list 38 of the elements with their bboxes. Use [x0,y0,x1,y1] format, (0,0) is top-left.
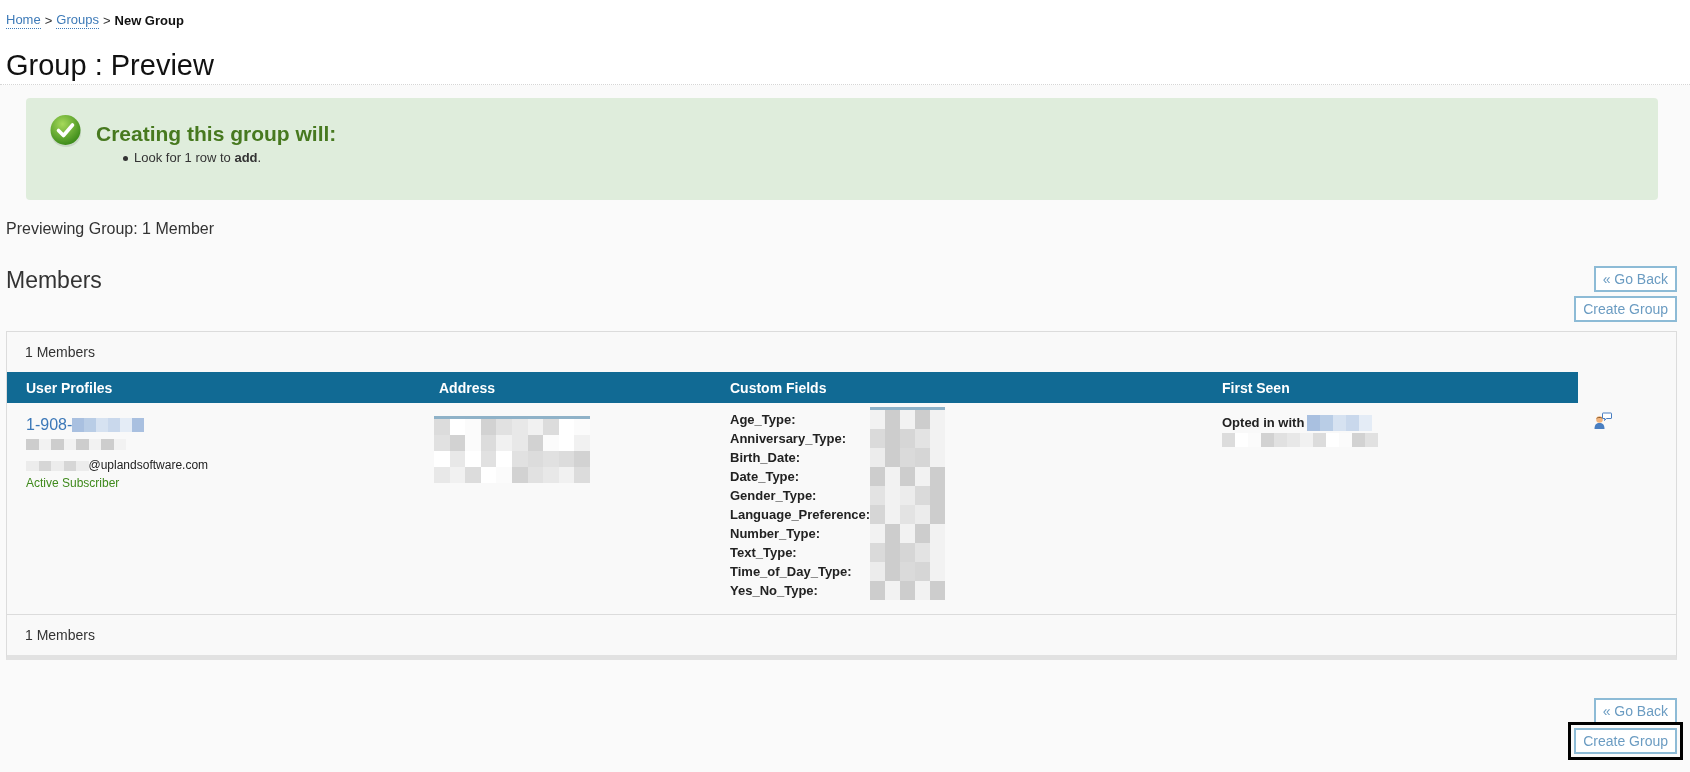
email-text: @uplandsoftware.com [88,458,209,473]
custom-field-label: Age_Type: [730,411,797,429]
custom-field-label: Yes_No_Type: [730,582,819,600]
page-title: Group : Preview [6,48,215,82]
redaction-drawing [1307,414,1373,431]
notice-item: Look for 1 row to add. [134,149,262,167]
breadcrumb-current: New Group [114,12,184,29]
subscriber-status: Active Subscriber [26,476,120,491]
column-header: User Profiles [25,378,114,398]
custom-field-label: Language_Preference: [730,506,871,524]
custom-field-label: Gender_Type: [730,487,818,505]
phone-link[interactable]: 1-908- [26,415,145,435]
custom-field-label: Time_of_Day_Type: [730,563,853,581]
breadcrumb-link[interactable]: Home [6,12,41,29]
bullet-icon [123,155,128,161]
column-header: Address [438,378,497,398]
person-speech-bubble-icon[interactable] [1594,412,1612,429]
create-group-button[interactable]: Create Group [1574,296,1677,322]
opted-in-text: Opted in with [1222,414,1305,432]
check-circle-icon [49,114,83,148]
section-title: Members [6,266,102,294]
column-header: First Seen [1221,378,1291,398]
custom-field-label: Text_Type: [730,544,798,562]
breadcrumb-separator: > [102,12,111,29]
column-header: Custom Fields [729,378,828,398]
custom-field-label: Number_Type: [730,525,822,543]
breadcrumb-link[interactable]: Groups [56,12,99,29]
notice-title: Creating this group will: [96,121,337,147]
member-count: 1 Members [25,627,96,643]
preview-summary: Previewing Group: 1 Member [6,219,216,239]
redaction-drawing [26,460,89,471]
member-count: 1 Members [25,344,96,360]
go-back-button[interactable]: « Go Back [1593,698,1677,724]
custom-field-label: Date_Type: [730,468,801,486]
go-back-button[interactable]: « Go Back [1593,266,1677,292]
custom-field-label: Anniversary_Type: [730,430,848,448]
breadcrumb-separator: > [44,12,53,29]
custom-field-label: Birth_Date: [730,449,802,467]
